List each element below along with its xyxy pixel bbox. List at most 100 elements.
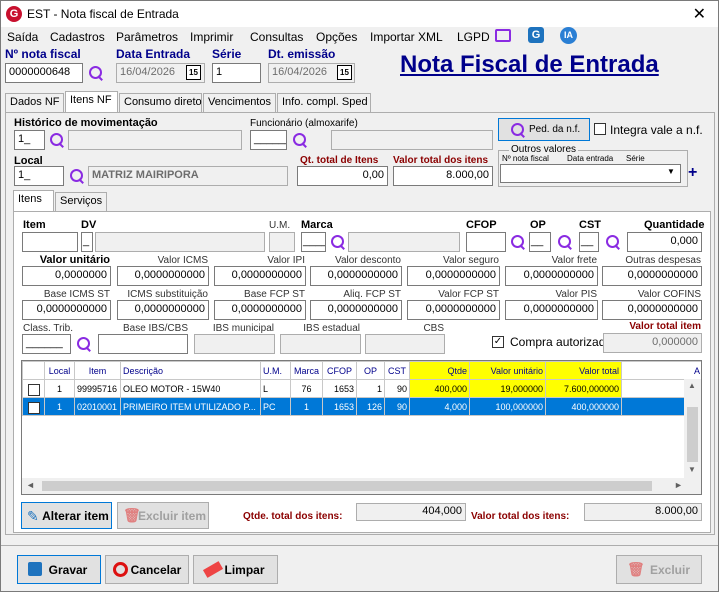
menu-cadastros[interactable]: Cadastros: [50, 30, 105, 44]
valor-frete-label: Valor frete: [551, 255, 597, 266]
valor-frete-input[interactable]: 0,0000000000: [505, 266, 598, 286]
menu-importar-xml[interactable]: Importar XML: [370, 30, 443, 44]
search-icon[interactable]: [557, 234, 573, 250]
col-valor-unitario[interactable]: Valor unitário: [469, 361, 546, 380]
tab-itens[interactable]: Itens: [13, 190, 54, 211]
tab-itens-nf[interactable]: Itens NF: [65, 91, 118, 112]
class-trib-input[interactable]: ______: [22, 334, 71, 354]
gravar-button[interactable]: Gravar: [17, 555, 101, 584]
ped-nf-button[interactable]: Ped. da n.f.: [498, 118, 590, 141]
col-marca[interactable]: Marca: [290, 361, 323, 380]
icms-substituicao-input[interactable]: 0,0000000000: [117, 300, 209, 320]
menu-opcoes[interactable]: Opções: [316, 30, 357, 44]
tab-consumo-direto[interactable]: Consumo direto: [119, 93, 202, 112]
menu-parametros[interactable]: Parâmetros: [116, 30, 178, 44]
search-icon[interactable]: [292, 132, 308, 148]
scroll-up-icon[interactable]: ▲: [688, 381, 696, 390]
search-icon[interactable]: [510, 234, 526, 250]
col-check[interactable]: [22, 361, 45, 380]
row-checkbox[interactable]: [27, 383, 40, 396]
base-fcp-st-input[interactable]: 0,0000000000: [214, 300, 306, 320]
outros-valores-select[interactable]: [500, 164, 681, 183]
outras-despesas-input[interactable]: 0,0000000000: [602, 266, 702, 286]
col-valor-total[interactable]: Valor total: [545, 361, 622, 380]
search-icon[interactable]: [605, 234, 621, 250]
tab-vencimentos[interactable]: Vencimentos: [203, 93, 276, 112]
scroll-down-icon[interactable]: ▼: [688, 465, 696, 474]
search-icon[interactable]: [69, 168, 85, 184]
menu-lgpd[interactable]: LGPD: [457, 30, 490, 44]
valor-ipi-input[interactable]: 0,0000000000: [214, 266, 306, 286]
horizontal-scrollbar[interactable]: ◄ ►: [22, 478, 701, 494]
integra-vale-checkbox[interactable]: [594, 123, 606, 135]
compra-autorizada-checkbox[interactable]: ✓: [492, 336, 504, 348]
col-cst[interactable]: CST: [384, 361, 410, 380]
quantidade-input[interactable]: 0,000: [627, 232, 702, 252]
valor-fcp-st-input[interactable]: 0,0000000000: [407, 300, 500, 320]
scroll-thumb[interactable]: [42, 481, 652, 491]
items-grid[interactable]: Local Item Descrição U.M. Marca CFOP OP …: [21, 360, 702, 495]
funcionario-input[interactable]: ______: [250, 130, 287, 150]
excluir-button[interactable]: 🗑 Excluir: [616, 555, 702, 584]
valor-seguro-input[interactable]: 0,0000000000: [407, 266, 500, 286]
cancelar-button[interactable]: Cancelar: [105, 555, 189, 584]
col-local[interactable]: Local: [44, 361, 75, 380]
base-ibs-input[interactable]: [98, 334, 188, 354]
row-checkbox[interactable]: [27, 401, 40, 414]
cst-input[interactable]: __: [579, 232, 599, 252]
tab-servicos[interactable]: Serviços: [55, 192, 107, 211]
limpar-button[interactable]: Limpar: [193, 555, 278, 584]
vertical-scrollbar[interactable]: ▲ ▼: [684, 379, 701, 479]
col-op[interactable]: OP: [356, 361, 385, 380]
col-a[interactable]: A: [621, 361, 701, 380]
historico-input[interactable]: 1_: [14, 130, 45, 150]
valor-cofins-input[interactable]: 0,0000000000: [602, 300, 702, 320]
search-icon[interactable]: [88, 65, 104, 81]
add-icon[interactable]: +: [688, 164, 697, 182]
tab-dados-nf[interactable]: Dados NF: [5, 93, 64, 112]
cfop-input[interactable]: [466, 232, 506, 252]
serie-input[interactable]: 1: [212, 63, 261, 83]
table-row[interactable]: 1 99995716 OLEO MOTOR - 15W40 L 76 1653 …: [22, 379, 701, 398]
scroll-thumb[interactable]: [687, 407, 698, 462]
valor-ipi-label: Valor IPI: [267, 255, 305, 266]
scroll-right-icon[interactable]: ►: [674, 480, 683, 490]
menu-imprimir[interactable]: Imprimir: [190, 30, 233, 44]
base-icms-st-input[interactable]: 0,0000000000: [22, 300, 111, 320]
calendar-icon[interactable]: 15: [337, 65, 352, 80]
valor-icms-input[interactable]: 0,0000000000: [117, 266, 209, 286]
ia-icon[interactable]: IA: [560, 27, 577, 44]
col-item[interactable]: Item: [74, 361, 121, 380]
dv-input[interactable]: _: [81, 232, 93, 252]
menu-consultas[interactable]: Consultas: [250, 30, 303, 44]
close-icon[interactable]: ✕: [693, 4, 706, 24]
op-input[interactable]: __: [529, 232, 551, 252]
search-icon[interactable]: [330, 234, 346, 250]
outros-col-serie: Série: [626, 154, 645, 163]
col-qtde[interactable]: Qtde: [409, 361, 470, 380]
g-app-icon[interactable]: G: [528, 27, 544, 43]
item-input[interactable]: [22, 232, 78, 252]
nota-fiscal-input[interactable]: 0000000648: [5, 63, 83, 83]
col-cfop[interactable]: CFOP: [322, 361, 357, 380]
col-um[interactable]: U.M.: [260, 361, 291, 380]
valor-desconto-label: Valor desconto: [335, 255, 401, 266]
valor-desconto-input[interactable]: 0,0000000000: [310, 266, 402, 286]
marca-input[interactable]: ____: [301, 232, 326, 252]
local-input[interactable]: 1_: [14, 166, 64, 186]
calendar-icon[interactable]: 15: [186, 65, 201, 80]
search-icon[interactable]: [49, 132, 65, 148]
search-icon[interactable]: [76, 336, 92, 352]
menu-saida[interactable]: Saída: [7, 30, 38, 44]
aliq-fcp-st-input[interactable]: 0,0000000000: [310, 300, 402, 320]
table-row[interactable]: 1 02010001 PRIMEIRO ITEM UTILIZADO P... …: [22, 397, 701, 416]
valor-unitario-input[interactable]: 0,0000000: [22, 266, 111, 286]
alterar-item-button[interactable]: ✎ Alterar item: [21, 502, 112, 529]
monitor-icon[interactable]: [495, 29, 511, 42]
valor-pis-input[interactable]: 0,0000000000: [505, 300, 598, 320]
chevron-down-icon[interactable]: ▼: [667, 167, 675, 176]
scroll-left-icon[interactable]: ◄: [26, 480, 35, 490]
col-descricao[interactable]: Descrição: [120, 361, 261, 380]
excluir-item-button[interactable]: 🗑 Excluir item: [117, 502, 209, 529]
tab-info-compl-sped[interactable]: Info. compl. Sped: [277, 93, 371, 112]
